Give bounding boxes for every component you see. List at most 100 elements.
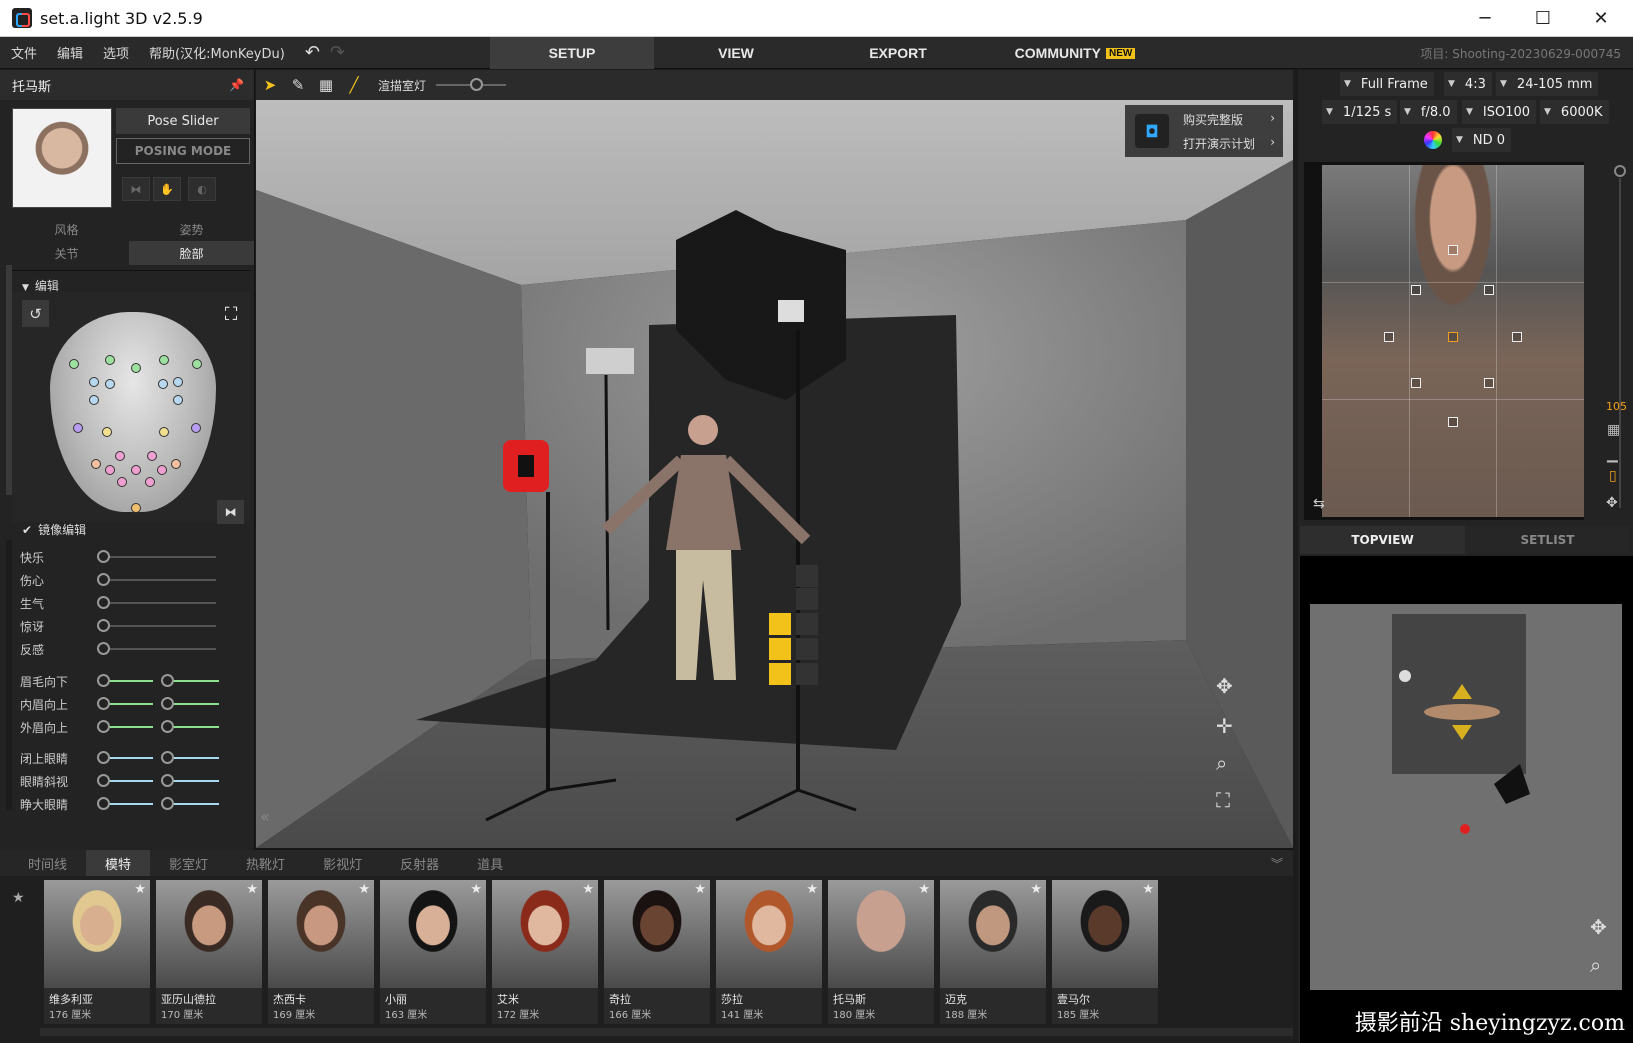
- slider-knob[interactable]: [97, 596, 110, 609]
- slider-control-left[interactable]: [97, 674, 219, 687]
- face-control-point[interactable]: [157, 465, 167, 475]
- tab-export[interactable]: EXPORT: [818, 37, 978, 69]
- model-card[interactable]: ★ 维多利亚 176 厘米: [44, 880, 150, 1024]
- menu-options[interactable]: 选项: [93, 43, 139, 62]
- buy-full-version-link[interactable]: 购买完整版 ›: [1183, 111, 1281, 128]
- tab-face[interactable]: 脸部: [129, 241, 254, 265]
- speak-gizmo[interactable]: [796, 663, 818, 685]
- expression-slider[interactable]: 惊讶: [20, 616, 250, 636]
- active-focus-point[interactable]: [1448, 332, 1458, 342]
- tab-community[interactable]: COMMUNITY NEW: [1000, 37, 1150, 69]
- focus-point[interactable]: [1484, 378, 1494, 388]
- tab-style[interactable]: 风格: [4, 217, 129, 241]
- model-card[interactable]: ★ 迈克 188 厘米: [940, 880, 1046, 1024]
- mirror-edit-checkbox[interactable]: ✔ 镜像编辑: [22, 521, 86, 538]
- slider-knob-left[interactable]: [97, 697, 110, 710]
- stand-gizmo[interactable]: [796, 613, 818, 635]
- slider-knob-right[interactable]: [161, 720, 174, 733]
- favorite-star-icon[interactable]: ★: [246, 882, 258, 897]
- ratio-select[interactable]: ▼ 4:3: [1444, 72, 1492, 96]
- dual-slider[interactable]: 眉毛向下: [20, 671, 250, 691]
- focus-point[interactable]: [1384, 332, 1394, 342]
- topview-map[interactable]: ✥ ⌕: [1310, 604, 1622, 990]
- model-card[interactable]: ★ 莎拉 141 厘米: [716, 880, 822, 1024]
- slider-knob-right[interactable]: [161, 674, 174, 687]
- pan-icon[interactable]: ✛: [1216, 714, 1233, 738]
- expression-slider[interactable]: 生气: [20, 593, 250, 613]
- tab-setup[interactable]: SETUP: [490, 37, 654, 69]
- face-control-point[interactable]: [171, 459, 181, 469]
- face-control-point[interactable]: [147, 451, 157, 461]
- slider-control-left[interactable]: [97, 697, 219, 710]
- nd-select[interactable]: ▼ ND 0: [1452, 128, 1512, 152]
- slider-control-left[interactable]: [97, 797, 219, 810]
- slider-knob-right[interactable]: [161, 697, 174, 710]
- zoom-icon[interactable]: ⌕: [1216, 751, 1227, 775]
- favorite-star-icon[interactable]: ★: [358, 882, 370, 897]
- pose-gizmo[interactable]: [796, 565, 818, 587]
- tab-view[interactable]: VIEW: [654, 37, 818, 69]
- pin-icon[interactable]: 📌: [229, 78, 244, 92]
- swap-view-icon[interactable]: ⇆: [1313, 496, 1325, 512]
- slider-knob-left[interactable]: [97, 751, 110, 764]
- face-control-point[interactable]: [131, 363, 141, 373]
- slider-knob[interactable]: [97, 642, 110, 655]
- color-filter-icon[interactable]: [1424, 131, 1442, 149]
- face-control-point[interactable]: [145, 477, 155, 487]
- tab-setlist[interactable]: SETLIST: [1465, 526, 1630, 554]
- wb-select[interactable]: ▼ 6000K: [1540, 100, 1609, 124]
- favorite-star-icon[interactable]: ★: [806, 882, 818, 897]
- slider-knob-left[interactable]: [97, 797, 110, 810]
- slider-knob-right[interactable]: [161, 797, 174, 810]
- collapse-panel-icon[interactable]: ︾: [1271, 855, 1283, 872]
- slider-control-left[interactable]: [97, 774, 219, 787]
- model-card[interactable]: ★ 托马斯 180 厘米: [828, 880, 934, 1024]
- slider-scroll-track[interactable]: [6, 540, 12, 810]
- face-control-point[interactable]: [89, 377, 99, 387]
- face-focus-icon[interactable]: ⛶: [217, 300, 245, 328]
- dual-slider[interactable]: 眼睛斜视: [20, 771, 250, 791]
- tab-models[interactable]: 模特: [86, 850, 151, 876]
- face-control-point[interactable]: [105, 379, 115, 389]
- favorite-star-icon[interactable]: ★: [918, 882, 930, 897]
- lens-select[interactable]: ▼ 24-105 mm: [1496, 72, 1599, 96]
- model-card[interactable]: ★ 小丽 163 厘米: [380, 880, 486, 1024]
- face-control-point[interactable]: [69, 359, 79, 369]
- favorite-star-icon[interactable]: ★: [1030, 882, 1042, 897]
- tab-timeline[interactable]: 时间线: [0, 850, 86, 876]
- reset-icon[interactable]: ↺: [22, 300, 49, 327]
- tab-speedlights[interactable]: 热靴灯: [227, 850, 304, 876]
- favorite-star-icon[interactable]: ★: [694, 882, 706, 897]
- face-control-point[interactable]: [102, 427, 112, 437]
- camera-move-icon[interactable]: ✥: [1606, 495, 1618, 511]
- dual-slider[interactable]: 外眉向上: [20, 717, 250, 737]
- focus-point[interactable]: [1411, 285, 1421, 295]
- face-control-point[interactable]: [105, 355, 115, 365]
- model-card[interactable]: ★ 杰西卡 169 厘米: [268, 880, 374, 1024]
- focus-point[interactable]: [1448, 417, 1458, 427]
- tab-pose[interactable]: 姿势: [129, 217, 254, 241]
- posing-mode-button[interactable]: POSING MODE: [116, 138, 250, 164]
- slider-knob-right[interactable]: [161, 774, 174, 787]
- topview-zoom-icon[interactable]: ⌕: [1590, 953, 1601, 977]
- expression-slider[interactable]: 伤心: [20, 570, 250, 590]
- tab-joints[interactable]: 关节: [4, 241, 129, 265]
- model-card[interactable]: ★ 亚历山德拉 170 厘米: [156, 880, 262, 1024]
- face-control-point[interactable]: [131, 503, 141, 513]
- focus-point[interactable]: [1512, 332, 1522, 342]
- zoom-slider-knob[interactable]: [1614, 165, 1626, 177]
- face-control-point[interactable]: [158, 379, 168, 389]
- collapse-left-icon[interactable]: «: [260, 807, 270, 826]
- face-control-point[interactable]: [192, 359, 202, 369]
- slider-knob[interactable]: [97, 619, 110, 632]
- slider-control[interactable]: [97, 619, 216, 632]
- maximize-button[interactable]: ☐: [1514, 0, 1572, 37]
- undo-icon[interactable]: ↶: [295, 42, 330, 63]
- model-card[interactable]: ★ 艾米 172 厘米: [492, 880, 598, 1024]
- face-control-point[interactable]: [117, 477, 127, 487]
- gallery-scrollbar[interactable]: [40, 1028, 1293, 1036]
- pose-slider-button[interactable]: Pose Slider: [116, 108, 250, 134]
- topview-pan-icon[interactable]: ✥: [1590, 915, 1607, 939]
- face-control-point[interactable]: [115, 451, 125, 461]
- focus-point[interactable]: [1484, 285, 1494, 295]
